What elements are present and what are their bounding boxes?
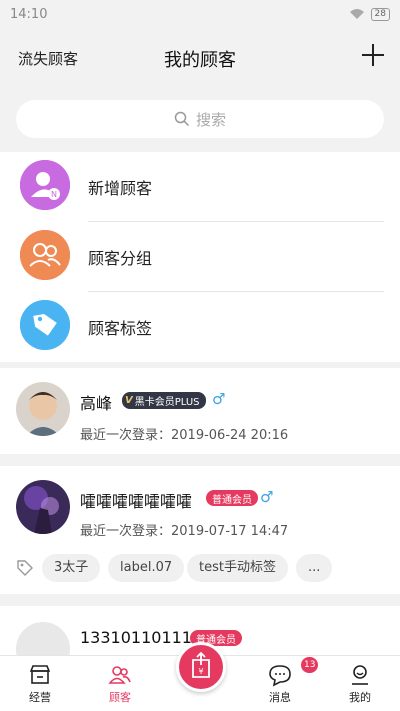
- share-bag-button[interactable]: ¥: [176, 642, 226, 692]
- tag-chip[interactable]: 3太子: [42, 554, 101, 582]
- search-bar: 搜索: [0, 90, 400, 148]
- customer-name: 嚯嚯嚯嚯嚯嚯嚯: [80, 492, 193, 511]
- page-title: 我的顾客: [164, 50, 236, 71]
- app-header: 流失顾客 我的顾客: [0, 28, 400, 90]
- customer-tags: 3太子 label.07 test手动标签 ...: [0, 550, 400, 586]
- entry-customer-groups[interactable]: 顾客分组: [0, 222, 400, 292]
- nav-label: 顾客: [109, 691, 131, 704]
- profile-icon: [348, 663, 372, 687]
- search-input[interactable]: 搜索: [16, 100, 384, 138]
- tag-icon: [20, 300, 70, 350]
- unread-badge: 13: [301, 657, 319, 673]
- share-bag-icon: ¥: [188, 651, 214, 683]
- battery-icon: 28: [370, 7, 390, 21]
- entry-new-customer[interactable]: N 新增顾客: [0, 152, 400, 222]
- entry-label: 顾客分组: [88, 249, 153, 268]
- last-login: 最近一次登录：2019-07-17 14:47: [80, 524, 289, 539]
- search-icon: [174, 111, 190, 127]
- tag-outline-icon: [16, 559, 34, 581]
- customer-name: 高峰: [80, 394, 113, 413]
- male-icon: ♂: [212, 390, 226, 408]
- wifi-icon: [349, 8, 365, 20]
- nav-label: 我的: [349, 691, 371, 704]
- male-icon: ♂: [260, 488, 274, 506]
- tag-more[interactable]: ...: [296, 554, 333, 582]
- search-placeholder: 搜索: [195, 110, 226, 129]
- avatar: [16, 622, 70, 655]
- entry-label: 新增顾客: [88, 179, 153, 198]
- add-icon[interactable]: [360, 42, 386, 68]
- entry-label: 顾客标签: [88, 319, 153, 338]
- nav-item-business[interactable]: 经营: [10, 656, 70, 711]
- quick-entries: N 新增顾客 顾客分组 顾客标签: [0, 152, 400, 362]
- nav-item-messages[interactable]: 13 消息: [250, 656, 319, 711]
- entry-customer-tags[interactable]: 顾客标签: [0, 292, 400, 362]
- member-level: 黑卡会员PLUS: [134, 397, 200, 408]
- last-login: 最近一次登录：2019-06-24 20:16: [80, 428, 289, 443]
- avatar: [16, 480, 70, 534]
- nav-label: 消息: [269, 691, 291, 704]
- group-icon: [20, 230, 70, 280]
- svg-text:¥: ¥: [198, 667, 203, 676]
- svg-text:N: N: [51, 190, 57, 199]
- status-time: 14:10: [10, 6, 48, 22]
- customer-card[interactable]: 高峰 V 黑卡会员PLUS ♂ 最近一次登录：2019-06-24 20:16: [0, 368, 400, 454]
- customer-card[interactable]: 嚯嚯嚯嚯嚯嚯嚯 普通会员 ♂ 最近一次登录：2019-07-17 14:47 3…: [0, 466, 400, 594]
- avatar: [16, 382, 70, 436]
- nav-label: 经营: [29, 691, 51, 704]
- tag-chip[interactable]: test手动标签: [187, 554, 288, 582]
- nav-item-customers[interactable]: 顾客: [90, 656, 150, 711]
- status-indicators: 28: [349, 7, 390, 21]
- store-icon: [28, 663, 52, 687]
- vip-mark: V: [125, 395, 133, 406]
- nav-item-mine[interactable]: 我的: [330, 656, 390, 711]
- message-icon: 13: [268, 657, 319, 687]
- tag-chip[interactable]: label.07: [108, 554, 185, 582]
- member-badge: V 黑卡会员PLUS: [122, 392, 206, 409]
- user-add-icon: N: [20, 160, 70, 210]
- member-badge: 普通会员: [206, 490, 258, 506]
- status-bar: 14:10 28: [0, 0, 400, 28]
- customer-name: 13310110111: [80, 628, 192, 647]
- customers-icon: [108, 663, 132, 687]
